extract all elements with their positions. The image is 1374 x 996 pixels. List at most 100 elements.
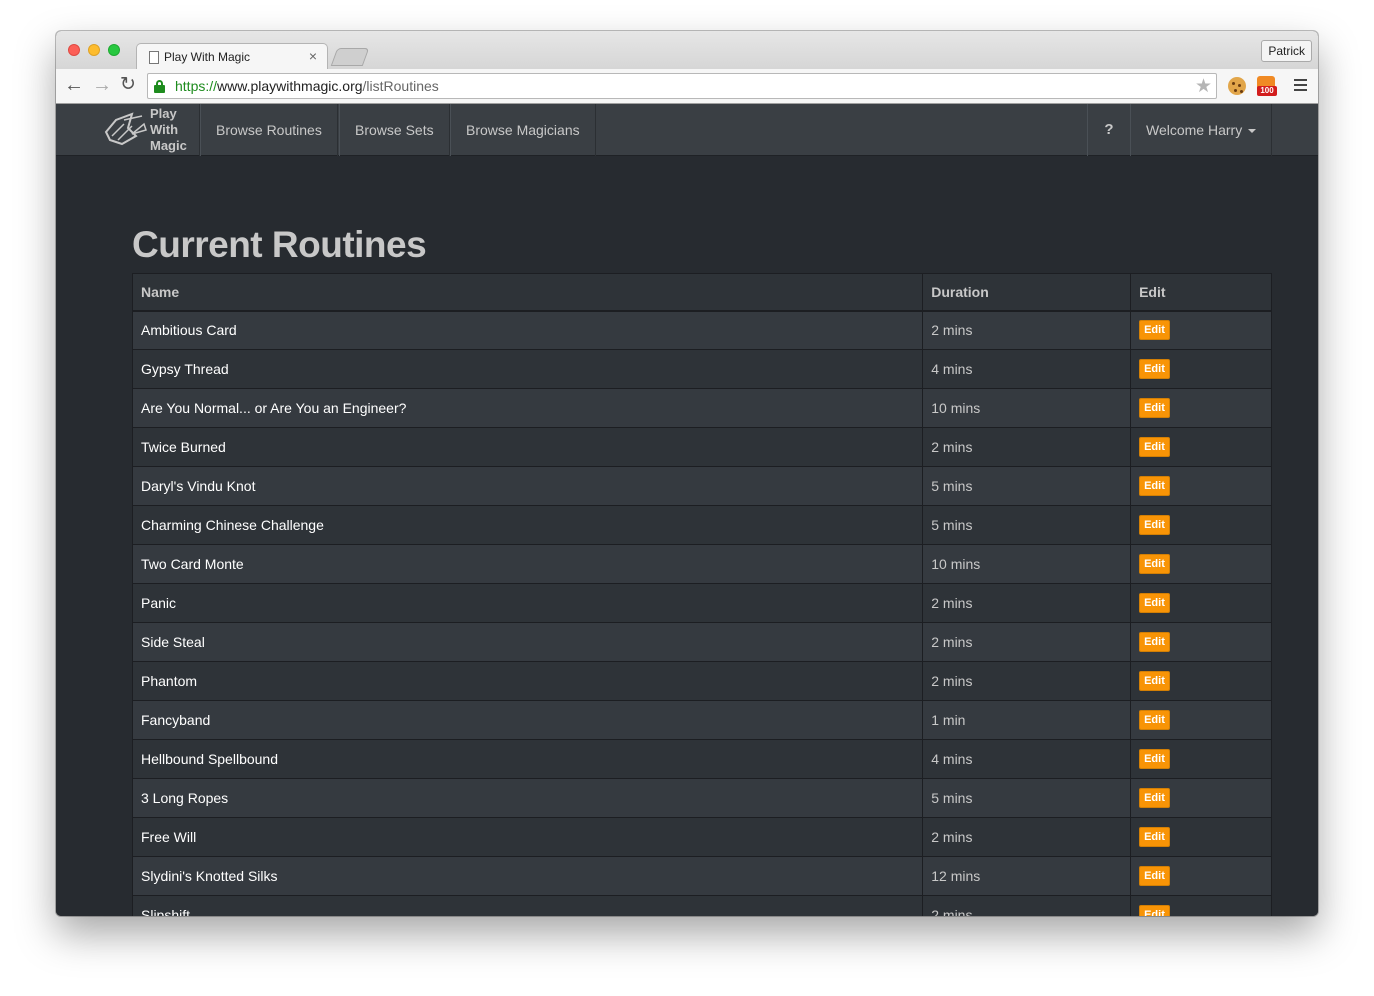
routine-name[interactable]: Are You Normal... or Are You an Engineer… xyxy=(131,388,924,428)
table-row: Twice Burned 2 mins Edit xyxy=(131,427,1272,467)
routine-duration: 4 mins xyxy=(922,349,1132,389)
edit-button[interactable]: Edit xyxy=(1139,827,1170,847)
routine-duration: 5 mins xyxy=(922,505,1132,545)
routine-duration: 1 min xyxy=(922,700,1132,740)
routine-duration: 2 mins xyxy=(922,622,1132,662)
routine-name[interactable]: Gypsy Thread xyxy=(131,349,924,389)
rss-icon[interactable]: 100 xyxy=(1257,76,1277,96)
browser-tab[interactable]: Play With Magic × xyxy=(136,43,328,70)
routine-edit-cell: Edit xyxy=(1130,310,1272,350)
edit-button[interactable]: Edit xyxy=(1139,749,1170,769)
caret-down-icon xyxy=(1248,129,1257,134)
url-text[interactable]: https://www.playwithmagic.org/listRoutin… xyxy=(175,78,439,94)
routine-name[interactable]: Phantom xyxy=(131,661,924,701)
table-row: Fancyband 1 min Edit xyxy=(131,700,1272,740)
table-row: Ambitious Card 2 mins Edit xyxy=(131,310,1272,350)
routine-edit-cell: Edit xyxy=(1130,895,1272,916)
close-window-button[interactable] xyxy=(68,44,80,56)
edit-button[interactable]: Edit xyxy=(1139,788,1170,808)
routine-edit-cell: Edit xyxy=(1130,583,1272,623)
edit-button[interactable]: Edit xyxy=(1139,437,1170,457)
edit-button[interactable]: Edit xyxy=(1139,398,1170,418)
url-host: www.playwithmagic.org xyxy=(217,78,363,94)
routine-duration: 4 mins xyxy=(922,739,1132,779)
routine-edit-cell: Edit xyxy=(1130,505,1272,545)
brand-link[interactable]: Play With Magic xyxy=(100,104,200,156)
minimize-window-button[interactable] xyxy=(88,44,100,56)
profile-button[interactable]: Patrick xyxy=(1261,40,1312,62)
edit-button[interactable]: Edit xyxy=(1139,320,1170,341)
routine-name[interactable]: Slipshift xyxy=(131,895,924,916)
routines-table: Name Duration Edit Ambitious Card 2 mins E… xyxy=(131,273,1272,916)
routine-duration: 10 mins xyxy=(922,544,1132,584)
nav-browse-sets[interactable]: Browse Sets xyxy=(339,104,450,156)
star-icon[interactable]: ★ xyxy=(1195,75,1212,98)
table-row: Two Card Monte 10 mins Edit xyxy=(131,544,1272,584)
routine-name[interactable]: Two Card Monte xyxy=(131,544,924,584)
help-button[interactable]: ? xyxy=(1087,104,1131,156)
routine-name[interactable]: Free Will xyxy=(131,817,924,857)
routine-name[interactable]: Slydini's Knotted Silks xyxy=(131,856,924,896)
forward-arrow-icon[interactable]: → xyxy=(92,74,112,96)
edit-button[interactable]: Edit xyxy=(1139,866,1170,886)
page-title: Current Routines xyxy=(132,224,427,265)
routine-name[interactable]: Twice Burned xyxy=(131,427,924,467)
reload-icon[interactable]: ↻ xyxy=(120,74,136,96)
url-path: /listRoutines xyxy=(362,78,439,94)
routine-duration: 2 mins xyxy=(922,895,1132,916)
table-row: Are You Normal... or Are You an Engineer… xyxy=(131,388,1272,428)
column-header-name: Name xyxy=(131,273,924,312)
routine-name[interactable]: Daryl's Vindu Knot xyxy=(131,466,924,506)
routine-name[interactable]: 3 Long Ropes xyxy=(131,778,924,818)
rss-badge: 100 xyxy=(1257,86,1277,96)
routine-edit-cell: Edit xyxy=(1130,856,1272,896)
edit-button[interactable]: Edit xyxy=(1139,671,1170,691)
routine-edit-cell: Edit xyxy=(1130,661,1272,701)
routines-table-body: Ambitious Card 2 mins Edit Gypsy Thread 4 mi… xyxy=(131,310,1272,916)
routine-duration: 5 mins xyxy=(922,466,1132,506)
column-header-edit: Edit xyxy=(1130,273,1272,312)
zoom-window-button[interactable] xyxy=(108,44,120,56)
routine-edit-cell: Edit xyxy=(1130,427,1272,467)
new-tab-button[interactable] xyxy=(330,48,370,66)
routine-duration: 10 mins xyxy=(922,388,1132,428)
tab-close-icon[interactable]: × xyxy=(309,48,317,64)
address-bar[interactable]: https://www.playwithmagic.org/listRoutin… xyxy=(147,73,1217,99)
brand-line-1: Play xyxy=(150,106,177,121)
routine-edit-cell: Edit xyxy=(1130,466,1272,506)
routine-name[interactable]: Ambitious Card xyxy=(131,310,924,350)
nav-browse-magicians[interactable]: Browse Magicians xyxy=(450,104,596,156)
document-icon xyxy=(149,51,159,64)
back-arrow-icon[interactable]: ← xyxy=(64,74,84,96)
nav-browse-routines[interactable]: Browse Routines xyxy=(200,104,338,156)
edit-button[interactable]: Edit xyxy=(1139,905,1170,916)
routine-name[interactable]: Hellbound Spellbound xyxy=(131,739,924,779)
edit-button[interactable]: Edit xyxy=(1139,359,1170,379)
logo-icon xyxy=(104,112,147,146)
table-row: Charming Chinese Challenge 5 mins Edit xyxy=(131,505,1272,545)
edit-button[interactable]: Edit xyxy=(1139,476,1170,496)
edit-button[interactable]: Edit xyxy=(1139,593,1170,613)
routine-name[interactable]: Fancyband xyxy=(131,700,924,740)
table-row: Gypsy Thread 4 mins Edit xyxy=(131,349,1272,389)
table-row: Slipshift 2 mins Edit xyxy=(131,895,1272,916)
routine-edit-cell: Edit xyxy=(1130,817,1272,857)
routine-name[interactable]: Panic xyxy=(131,583,924,623)
tab-strip: Play With Magic × Patrick xyxy=(56,31,1318,70)
edit-button[interactable]: Edit xyxy=(1139,515,1170,535)
edit-button[interactable]: Edit xyxy=(1139,710,1170,730)
menu-icon[interactable] xyxy=(1294,79,1307,91)
cookie-icon[interactable] xyxy=(1228,77,1246,95)
routine-name[interactable]: Charming Chinese Challenge xyxy=(131,505,924,545)
table-row: Slydini's Knotted Silks 12 mins Edit xyxy=(131,856,1272,896)
routine-name[interactable]: Side Steal xyxy=(131,622,924,662)
edit-button[interactable]: Edit xyxy=(1139,632,1170,652)
edit-button[interactable]: Edit xyxy=(1139,554,1170,574)
routine-duration: 5 mins xyxy=(922,778,1132,818)
user-menu-label: Welcome Harry xyxy=(1146,122,1243,138)
table-row: Daryl's Vindu Knot 5 mins Edit xyxy=(131,466,1272,506)
routine-edit-cell: Edit xyxy=(1130,349,1272,389)
routine-duration: 12 mins xyxy=(922,856,1132,896)
user-menu[interactable]: Welcome Harry xyxy=(1130,104,1272,156)
table-row: Hellbound Spellbound 4 mins Edit xyxy=(131,739,1272,779)
